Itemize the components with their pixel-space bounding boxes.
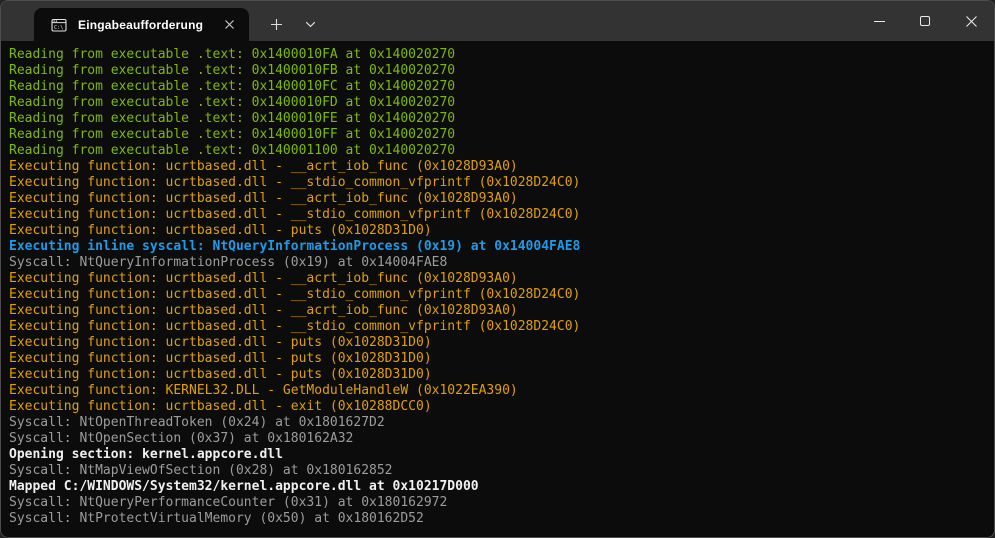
terminal-line: Reading from executable .text: 0x1400011…	[9, 143, 986, 159]
terminal-line: Executing function: ucrtbased.dll - __ac…	[9, 159, 986, 175]
terminal-line: Executing function: ucrtbased.dll - __st…	[9, 207, 986, 223]
terminal-line: Reading from executable .text: 0x1400010…	[9, 111, 986, 127]
terminal-line: Mapped C:/WINDOWS/System32/kernel.appcor…	[9, 479, 986, 495]
terminal-line: Executing function: ucrtbased.dll - puts…	[9, 223, 986, 239]
terminal-line: Executing function: ucrtbased.dll - __st…	[9, 287, 986, 303]
close-icon	[224, 19, 235, 30]
title-bar[interactable]: C:\ Eingabeaufforderung	[1, 1, 994, 41]
terminal-line: Executing function: ucrtbased.dll - puts…	[9, 367, 986, 383]
terminal-line: Executing function: ucrtbased.dll - __st…	[9, 175, 986, 191]
terminal-line: Executing function: ucrtbased.dll - __st…	[9, 319, 986, 335]
terminal-line: Reading from executable .text: 0x1400010…	[9, 95, 986, 111]
terminal-line: Executing function: ucrtbased.dll - __ac…	[9, 271, 986, 287]
cmd-icon: C:\	[51, 17, 67, 33]
terminal-line: Syscall: NtProtectVirtualMemory (0x50) a…	[9, 511, 986, 527]
terminal-output[interactable]: Reading from executable .text: 0x1400010…	[1, 41, 994, 537]
terminal-line: Opening section: kernel.appcore.dll	[9, 447, 986, 463]
terminal-line: Reading from executable .text: 0x1400010…	[9, 79, 986, 95]
maximize-button[interactable]	[902, 1, 948, 41]
maximize-icon	[920, 16, 930, 26]
terminal-line: Syscall: NtMapViewOfSection (0x28) at 0x…	[9, 463, 986, 479]
terminal-line: Syscall: NtQueryPerformanceCounter (0x31…	[9, 495, 986, 511]
terminal-line: Executing function: ucrtbased.dll - __ac…	[9, 303, 986, 319]
chevron-down-icon	[305, 21, 316, 28]
terminal-line: Reading from executable .text: 0x1400010…	[9, 47, 986, 63]
terminal-line: Reading from executable .text: 0x1400010…	[9, 63, 986, 79]
terminal-line: Executing function: KERNEL32.DLL - GetMo…	[9, 383, 986, 399]
tab-dropdown-button[interactable]	[295, 8, 325, 41]
window-controls	[856, 1, 994, 41]
plus-icon	[270, 18, 283, 31]
tab-close-button[interactable]	[217, 13, 241, 37]
close-button[interactable]	[948, 1, 994, 41]
terminal-line: Executing function: ucrtbased.dll - __ac…	[9, 191, 986, 207]
terminal-line: Syscall: NtQueryInformationProcess (0x19…	[9, 255, 986, 271]
minimize-button[interactable]	[856, 1, 902, 41]
terminal-line: Syscall: NtOpenThreadToken (0x24) at 0x1…	[9, 415, 986, 431]
terminal-line: Executing function: ucrtbased.dll - puts…	[9, 351, 986, 367]
close-icon	[965, 15, 978, 28]
minimize-icon	[874, 21, 885, 22]
terminal-window: C:\ Eingabeaufforderung	[0, 0, 995, 538]
terminal-line: Executing inline syscall: NtQueryInforma…	[9, 239, 986, 255]
tab-title: Eingabeaufforderung	[78, 18, 206, 32]
terminal-line: Syscall: NtOpenSection (0x37) at 0x18016…	[9, 431, 986, 447]
terminal-line: Executing function: ucrtbased.dll - exit…	[9, 399, 986, 415]
new-tab-button[interactable]	[257, 8, 295, 41]
terminal-line: Executing function: ucrtbased.dll - puts…	[9, 335, 986, 351]
svg-text:C:\: C:\	[54, 25, 63, 31]
terminal-line: Reading from executable .text: 0x1400010…	[9, 127, 986, 143]
tab-eingabeaufforderung[interactable]: C:\ Eingabeaufforderung	[34, 8, 249, 41]
